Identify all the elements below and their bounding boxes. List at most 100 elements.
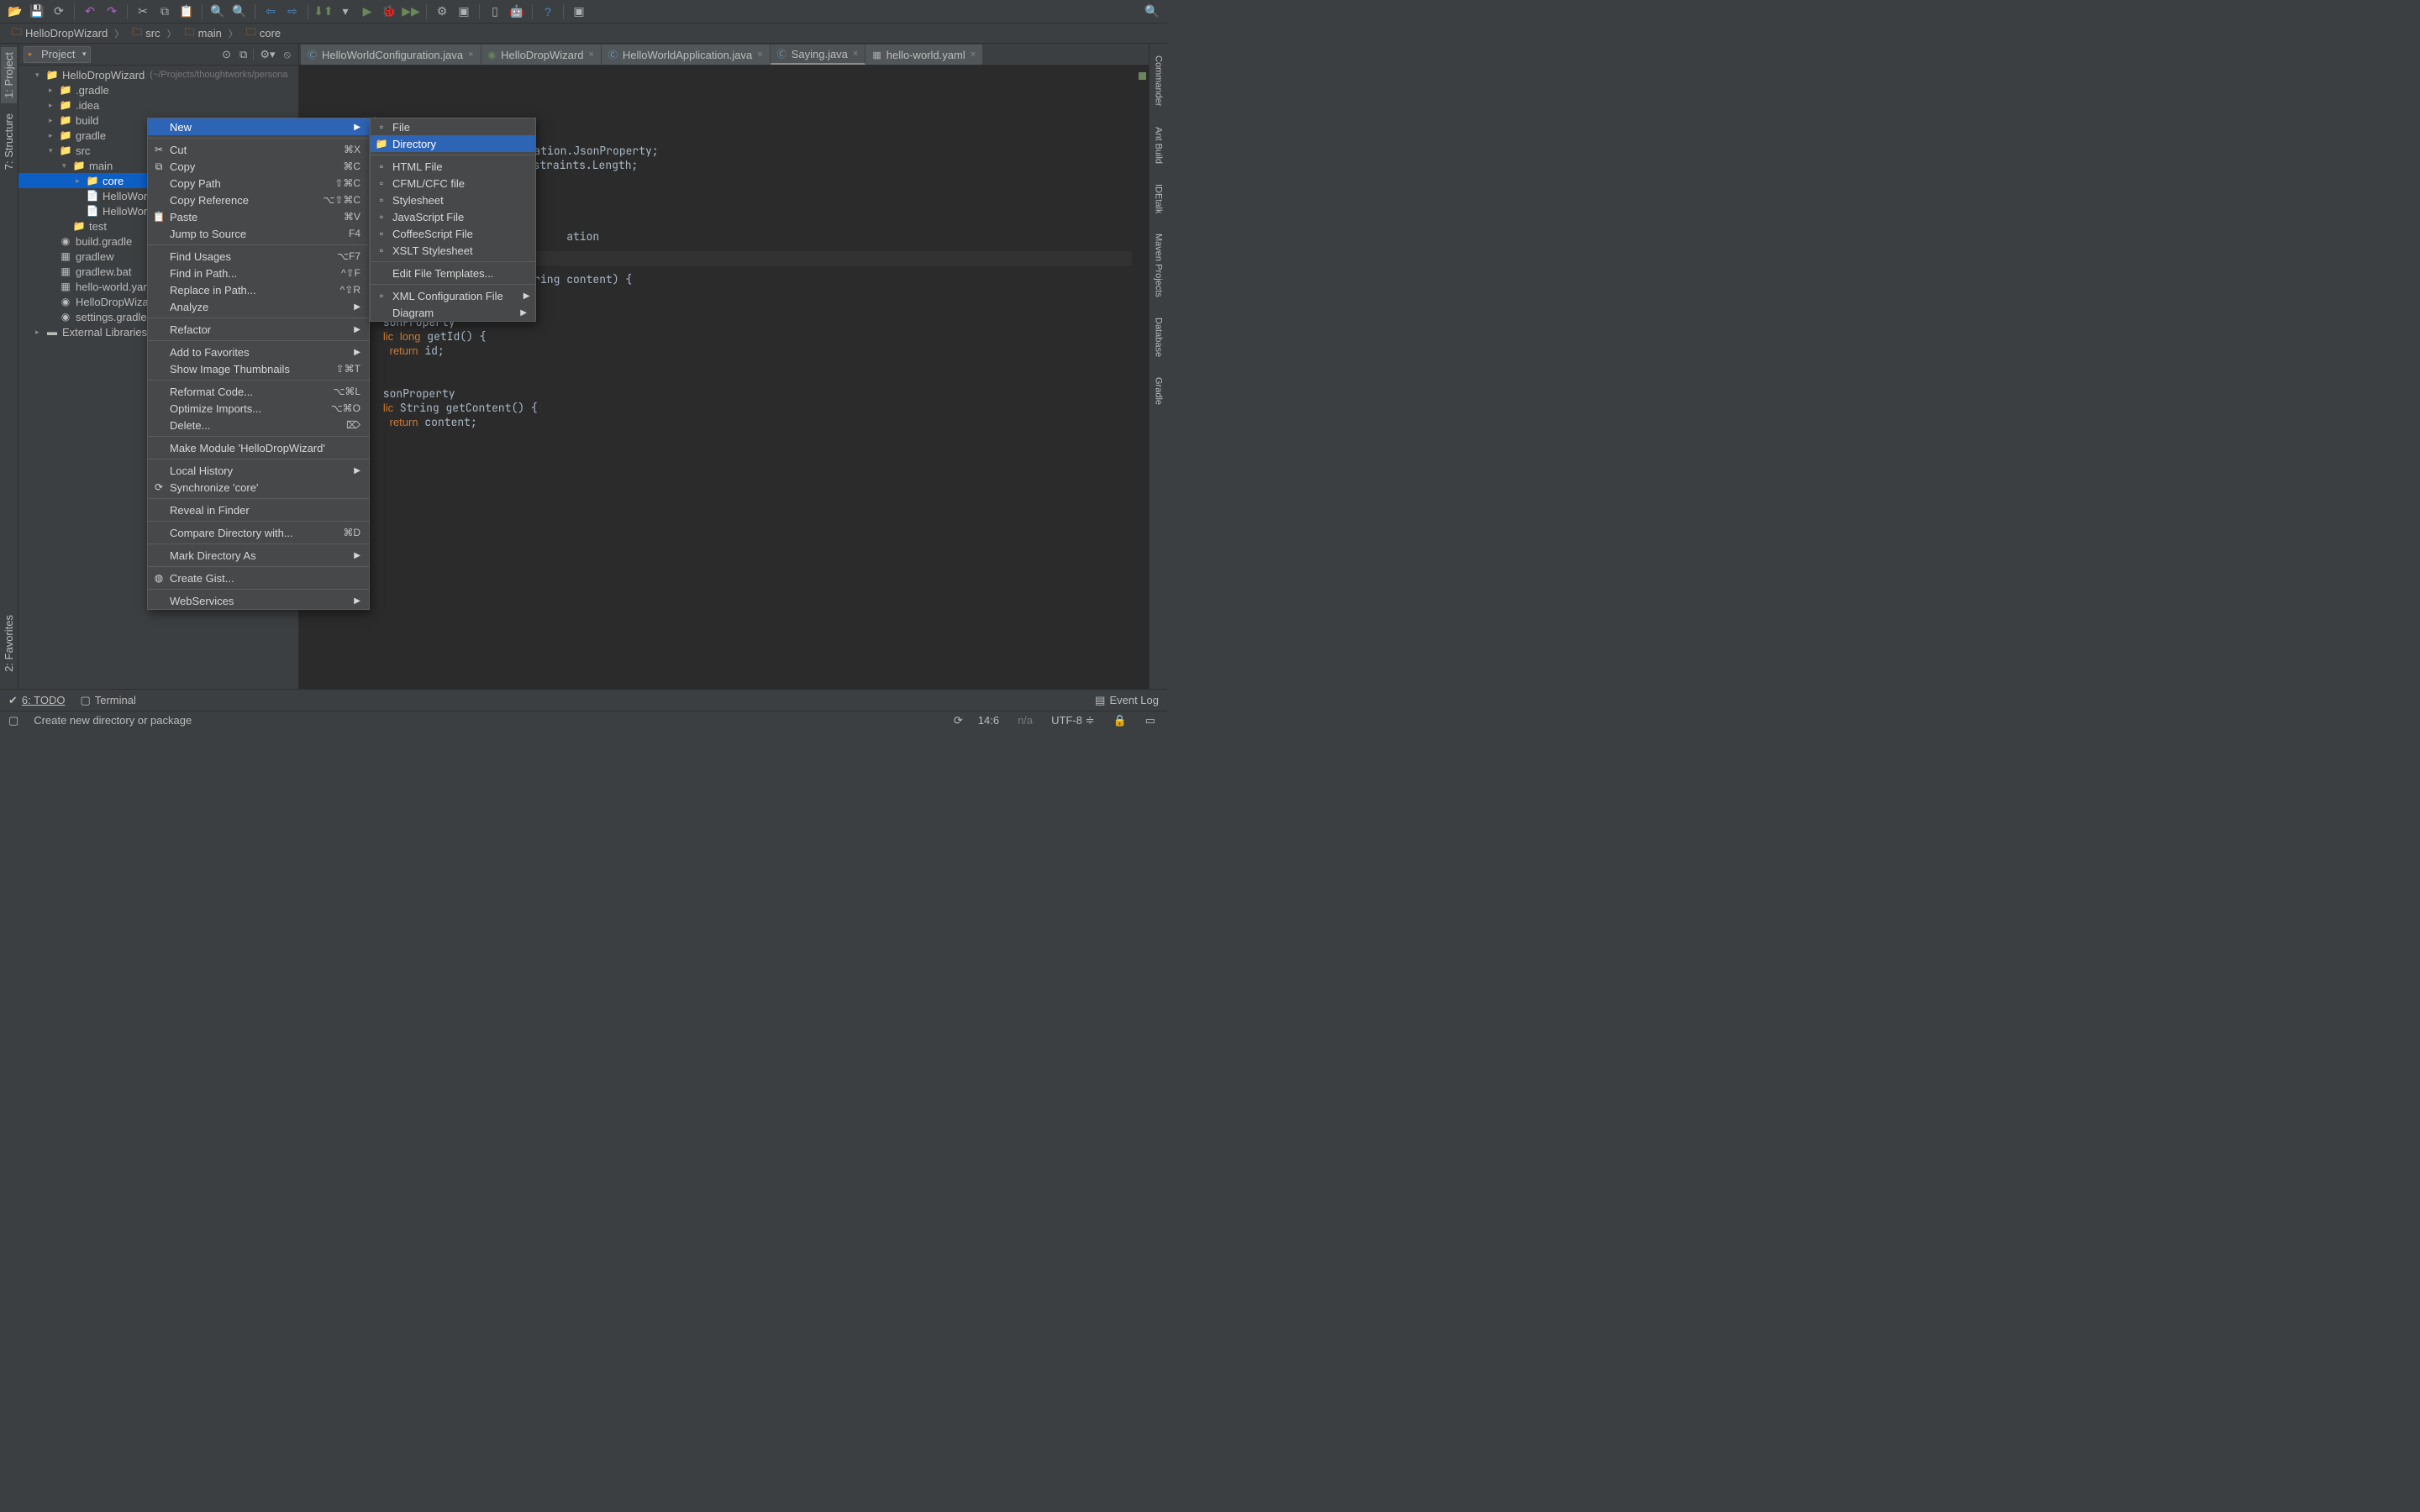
status-encoding[interactable]: UTF-8 ≑ xyxy=(1048,714,1097,727)
editor-tab[interactable]: ⒸHelloWorldApplication.java× xyxy=(602,45,771,65)
status-process-icon[interactable]: ⟳ xyxy=(954,714,963,727)
menu-item[interactable]: ▫HTML File xyxy=(371,158,535,175)
tab-database[interactable]: Database xyxy=(1152,312,1165,362)
run-icon[interactable]: ▶ xyxy=(360,4,375,19)
crumb-core[interactable]: 🗀core xyxy=(243,24,286,43)
close-tab-icon[interactable]: × xyxy=(853,49,858,59)
paste-icon[interactable]: 📋 xyxy=(179,4,194,19)
menu-item[interactable]: Compare Directory with...⌘D xyxy=(148,524,369,541)
close-tab-icon[interactable]: × xyxy=(971,50,976,60)
debug-icon[interactable]: 🐞 xyxy=(381,4,397,19)
tab-ant[interactable]: Ant Build xyxy=(1152,122,1165,169)
menu-item[interactable]: Diagram▶ xyxy=(371,304,535,321)
search-everywhere-icon[interactable]: 🔍 xyxy=(1144,4,1160,19)
tab-maven[interactable]: Maven Projects xyxy=(1152,228,1165,302)
menu-item[interactable]: ▫Stylesheet xyxy=(371,192,535,208)
tree-node[interactable]: ▸📁.gradle xyxy=(18,82,298,97)
menu-item[interactable]: Add to Favorites▶ xyxy=(148,344,369,360)
exit-icon[interactable]: ▣ xyxy=(571,4,587,19)
menu-item[interactable]: ▫File xyxy=(371,118,535,135)
menu-item[interactable]: Delete...⌦ xyxy=(148,417,369,433)
crumb-src[interactable]: 🗀src xyxy=(129,24,181,43)
context-menu[interactable]: New▶ ✂Cut⌘X⧉Copy⌘CCopy Path⇧⌘CCopy Refere… xyxy=(147,118,370,610)
tree-node[interactable]: ▾📁HelloDropWizard(~/Projects/thoughtwork… xyxy=(18,67,298,82)
menu-item[interactable]: Edit File Templates... xyxy=(371,265,535,281)
crumb-project[interactable]: 🗀HelloDropWizard xyxy=(8,24,129,43)
close-tab-icon[interactable]: × xyxy=(468,50,473,60)
menu-item[interactable]: ⟳Synchronize 'core' xyxy=(148,479,369,496)
scroll-from-source-icon[interactable]: ⊙ xyxy=(219,48,234,61)
menu-item[interactable]: ▫XML Configuration File▶ xyxy=(371,287,535,304)
menu-item[interactable]: Copy Reference⌥⇧⌘C xyxy=(148,192,369,208)
back-icon[interactable]: ⇦ xyxy=(263,4,278,19)
run-config-combo[interactable]: ▾ xyxy=(338,4,353,19)
menu-item[interactable]: Copy Path⇧⌘C xyxy=(148,175,369,192)
cut-icon[interactable]: ✂ xyxy=(135,4,150,19)
status-icon[interactable]: ▢ xyxy=(8,714,18,727)
tab-todo[interactable]: ✔6: TODO xyxy=(8,694,65,707)
collapse-all-icon[interactable]: ⧉ xyxy=(237,48,250,61)
hide-icon[interactable]: ⦸ xyxy=(281,48,293,61)
menu-item[interactable]: Find in Path...^⇧F xyxy=(148,265,369,281)
editor-tab[interactable]: ▦hello-world.yaml× xyxy=(865,45,983,65)
menu-item[interactable]: ◍Create Gist... xyxy=(148,570,369,586)
menu-item[interactable]: ▫CoffeeScript File xyxy=(371,225,535,242)
menu-item[interactable]: New▶ xyxy=(148,118,369,135)
menu-item[interactable]: 📋Paste⌘V xyxy=(148,208,369,225)
menu-item[interactable]: ✂Cut⌘X xyxy=(148,141,369,158)
menu-item[interactable]: Reveal in Finder xyxy=(148,501,369,518)
menu-item[interactable]: WebServices▶ xyxy=(148,592,369,609)
menu-item[interactable]: Make Module 'HelloDropWizard' xyxy=(148,439,369,456)
redo-icon[interactable]: ↷ xyxy=(104,4,119,19)
sdk-icon[interactable]: 🤖 xyxy=(509,4,524,19)
replace-icon[interactable]: 🔍 xyxy=(232,4,247,19)
status-mem-icon[interactable]: ▭ xyxy=(1142,714,1159,727)
menu-item[interactable]: Jump to SourceF4 xyxy=(148,225,369,242)
tool1-icon[interactable]: ⚙ xyxy=(434,4,450,19)
editor-tab[interactable]: ⒸHelloWorldConfiguration.java× xyxy=(301,45,481,65)
tab-structure[interactable]: 7: Structure xyxy=(1,108,17,175)
close-tab-icon[interactable]: × xyxy=(588,50,593,60)
make-icon[interactable]: ⬇⬆ xyxy=(316,4,331,19)
sync-icon[interactable]: ⟳ xyxy=(51,4,66,19)
menu-item[interactable]: Replace in Path...^⇧R xyxy=(148,281,369,298)
coverage-icon[interactable]: ▶▶ xyxy=(403,4,418,19)
tab-gradle[interactable]: Gradle xyxy=(1152,372,1165,410)
menu-item[interactable]: Reformat Code...⌥⌘L xyxy=(148,383,369,400)
copy-icon[interactable]: ⧉ xyxy=(157,4,172,19)
tab-idetalk[interactable]: IDEtalk xyxy=(1152,179,1165,218)
menu-item[interactable]: 📁Directory xyxy=(371,135,535,152)
crumb-main[interactable]: 🗀main xyxy=(182,24,243,43)
editor-tab[interactable]: ⒸSaying.java× xyxy=(771,45,866,65)
editor-tab[interactable]: ◉HelloDropWizard× xyxy=(481,45,602,65)
menu-item[interactable]: ▫XSLT Stylesheet xyxy=(371,242,535,259)
new-submenu[interactable]: ▫File📁Directory▫HTML File▫CFML/CFC file▫… xyxy=(370,118,536,322)
tool2-icon[interactable]: ▣ xyxy=(456,4,471,19)
menu-item[interactable]: ▫CFML/CFC file xyxy=(371,175,535,192)
save-icon[interactable]: 💾 xyxy=(29,4,45,19)
tab-event-log[interactable]: ▤Event Log xyxy=(1095,694,1159,707)
menu-item[interactable]: Mark Directory As▶ xyxy=(148,547,369,564)
menu-item[interactable]: Find Usages⌥F7 xyxy=(148,248,369,265)
menu-item[interactable]: Analyze▶ xyxy=(148,298,369,315)
settings-gear-icon[interactable]: ⚙▾ xyxy=(257,48,277,61)
project-view-combo[interactable]: Project xyxy=(24,46,91,63)
find-icon[interactable]: 🔍 xyxy=(210,4,225,19)
undo-icon[interactable]: ↶ xyxy=(82,4,97,19)
tab-commander[interactable]: Commander xyxy=(1152,50,1165,112)
tab-project[interactable]: 1: Project xyxy=(1,47,17,103)
menu-item[interactable]: Optimize Imports...⌥⌘O xyxy=(148,400,369,417)
fwd-icon[interactable]: ⇨ xyxy=(285,4,300,19)
open-icon[interactable]: 📂 xyxy=(8,4,23,19)
menu-item[interactable]: ⧉Copy⌘C xyxy=(148,158,369,175)
help-icon[interactable]: ? xyxy=(540,4,555,19)
menu-item[interactable]: ▫JavaScript File xyxy=(371,208,535,225)
tab-terminal[interactable]: ▢Terminal xyxy=(80,694,135,707)
close-tab-icon[interactable]: × xyxy=(757,50,762,60)
menu-item[interactable]: Local History▶ xyxy=(148,462,369,479)
status-hector-icon[interactable]: 🔒 xyxy=(1110,714,1130,727)
menu-item[interactable]: Refactor▶ xyxy=(148,321,369,338)
tab-favorites[interactable]: 2: Favorites xyxy=(1,610,17,677)
tree-node[interactable]: ▸📁.idea xyxy=(18,97,298,113)
avd-icon[interactable]: ▯ xyxy=(487,4,502,19)
